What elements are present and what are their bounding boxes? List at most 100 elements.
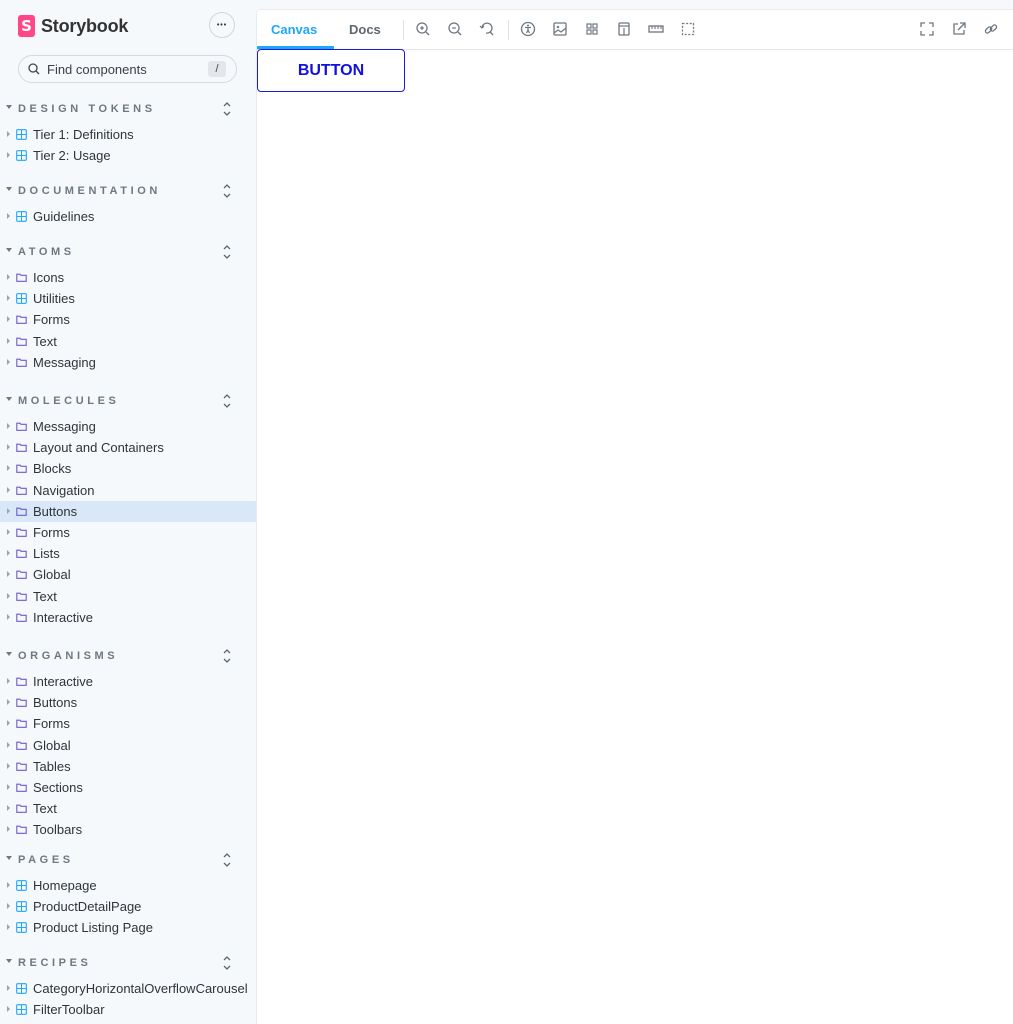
sidebar-item-tier-2-usage[interactable]: Tier 2: Usage	[0, 145, 256, 166]
sidebar-item-utilities[interactable]: Utilities	[0, 288, 256, 309]
expand-caret-icon[interactable]	[7, 486, 10, 493]
expand-caret-icon[interactable]	[7, 131, 10, 137]
zoom-in-icon[interactable]	[414, 20, 432, 38]
sidebar-item-text[interactable]: Text	[0, 798, 256, 819]
sidebar-item-forms[interactable]: Forms	[0, 522, 256, 543]
sidebar-item-tier-1-definitions[interactable]: Tier 1: Definitions	[0, 124, 256, 145]
fullscreen-icon[interactable]	[918, 20, 936, 38]
expand-caret-icon[interactable]	[7, 720, 10, 727]
section-collapse-caret-icon[interactable]	[6, 248, 12, 252]
brand[interactable]: S Storybook	[18, 14, 128, 38]
sidebar-item-interactive[interactable]: Interactive	[0, 671, 256, 692]
section-collapse-caret-icon[interactable]	[6, 397, 12, 401]
outline-icon[interactable]	[679, 20, 697, 38]
section-header-pages[interactable]: PAGES	[0, 853, 256, 871]
expand-caret-icon[interactable]	[7, 903, 10, 910]
zoom-out-icon[interactable]	[446, 20, 464, 38]
tab-canvas[interactable]: Canvas	[271, 22, 317, 37]
sidebar-item-messaging[interactable]: Messaging	[0, 416, 256, 437]
section-header-molecules[interactable]: MOLECULES	[0, 394, 256, 412]
sidebar-item-icons[interactable]: Icons	[0, 267, 256, 288]
section-collapse-caret-icon[interactable]	[6, 959, 12, 963]
expand-collapse-all-icon[interactable]	[220, 851, 234, 869]
search-input[interactable]: Find components	[47, 62, 208, 77]
expand-collapse-all-icon[interactable]	[220, 954, 234, 972]
preview-button[interactable]: BUTTON	[257, 49, 405, 92]
expand-collapse-all-icon[interactable]	[220, 392, 234, 410]
section-header-recipes[interactable]: RECIPES	[0, 956, 256, 974]
section-collapse-caret-icon[interactable]	[6, 187, 12, 191]
section-header-documentation[interactable]: DOCUMENTATION	[0, 184, 256, 202]
expand-collapse-all-icon[interactable]	[220, 243, 234, 261]
expand-caret-icon[interactable]	[7, 444, 10, 451]
expand-caret-icon[interactable]	[7, 924, 10, 931]
expand-caret-icon[interactable]	[7, 1006, 10, 1013]
expand-caret-icon[interactable]	[7, 550, 10, 557]
sidebar-item-forms[interactable]: Forms	[0, 309, 256, 330]
sidebar-item-text[interactable]: Text	[0, 586, 256, 607]
expand-caret-icon[interactable]	[7, 678, 10, 684]
sidebar-item-interactive[interactable]: Interactive	[0, 607, 256, 628]
expand-caret-icon[interactable]	[7, 423, 10, 429]
sidebar-item-homepage[interactable]: Homepage	[0, 875, 256, 896]
copy-link-icon[interactable]	[982, 20, 1000, 38]
expand-caret-icon[interactable]	[7, 985, 10, 991]
sidebar-item-global[interactable]: Global	[0, 735, 256, 756]
sidebar-item-text[interactable]: Text	[0, 331, 256, 352]
search-box[interactable]: Find components /	[18, 55, 237, 83]
sidebar-item-categoryhorizontaloverflowcarousel[interactable]: CategoryHorizontalOverflowCarousel	[0, 978, 256, 999]
expand-caret-icon[interactable]	[7, 529, 10, 535]
viewport-icon[interactable]	[615, 20, 633, 38]
sidebar-item-filtertoolbar[interactable]: FilterToolbar	[0, 999, 256, 1020]
sidebar-item-toolbars[interactable]: Toolbars	[0, 819, 256, 840]
section-collapse-caret-icon[interactable]	[6, 652, 12, 656]
expand-caret-icon[interactable]	[7, 316, 10, 323]
sidebar-item-buttons[interactable]: Buttons	[0, 500, 256, 522]
sidebar-item-sections[interactable]: Sections	[0, 777, 256, 798]
tab-docs[interactable]: Docs	[349, 22, 381, 37]
sidebar-item-guidelines[interactable]: Guidelines	[0, 206, 256, 227]
sidebar-menu-button[interactable]: •••	[209, 12, 235, 38]
expand-caret-icon[interactable]	[7, 507, 10, 514]
expand-caret-icon[interactable]	[7, 699, 10, 706]
expand-caret-icon[interactable]	[7, 274, 10, 280]
expand-caret-icon[interactable]	[7, 805, 10, 812]
section-collapse-caret-icon[interactable]	[6, 856, 12, 860]
sidebar-item-tables[interactable]: Tables	[0, 756, 256, 777]
sidebar-item-layout-and-containers[interactable]: Layout and Containers	[0, 437, 256, 458]
expand-caret-icon[interactable]	[7, 152, 10, 159]
sidebar-item-navigation[interactable]: Navigation	[0, 480, 256, 501]
sidebar-item-buttons[interactable]: Buttons	[0, 692, 256, 713]
sidebar-item-blocks[interactable]: Blocks	[0, 458, 256, 479]
section-header-atoms[interactable]: ATOMS	[0, 245, 256, 263]
expand-caret-icon[interactable]	[7, 826, 10, 833]
expand-collapse-all-icon[interactable]	[220, 647, 234, 665]
sidebar-item-lists[interactable]: Lists	[0, 543, 256, 564]
expand-caret-icon[interactable]	[7, 358, 10, 365]
expand-caret-icon[interactable]	[7, 213, 10, 219]
expand-caret-icon[interactable]	[7, 762, 10, 769]
expand-caret-icon[interactable]	[7, 295, 10, 302]
section-header-organisms[interactable]: ORGANISMS	[0, 649, 256, 667]
section-collapse-caret-icon[interactable]	[6, 105, 12, 109]
section-header-design-tokens[interactable]: DESIGN TOKENS	[0, 102, 256, 120]
zoom-reset-icon[interactable]	[478, 20, 496, 38]
expand-caret-icon[interactable]	[7, 882, 10, 888]
sidebar-item-product-listing-page[interactable]: Product Listing Page	[0, 917, 256, 938]
sidebar-item-global[interactable]: Global	[0, 564, 256, 585]
background-icon[interactable]	[551, 20, 569, 38]
expand-collapse-all-icon[interactable]	[220, 100, 234, 118]
expand-caret-icon[interactable]	[7, 571, 10, 578]
expand-caret-icon[interactable]	[7, 613, 10, 620]
sidebar-item-messaging[interactable]: Messaging	[0, 352, 256, 373]
sidebar-item-productdetailpage[interactable]: ProductDetailPage	[0, 896, 256, 917]
grid-icon[interactable]	[583, 20, 601, 38]
accessibility-icon[interactable]	[519, 20, 537, 38]
expand-collapse-all-icon[interactable]	[220, 182, 234, 200]
measure-icon[interactable]	[647, 20, 665, 38]
expand-caret-icon[interactable]	[7, 465, 10, 472]
expand-caret-icon[interactable]	[7, 592, 10, 599]
sidebar-item-forms[interactable]: Forms	[0, 713, 256, 734]
expand-caret-icon[interactable]	[7, 741, 10, 748]
expand-caret-icon[interactable]	[7, 784, 10, 790]
